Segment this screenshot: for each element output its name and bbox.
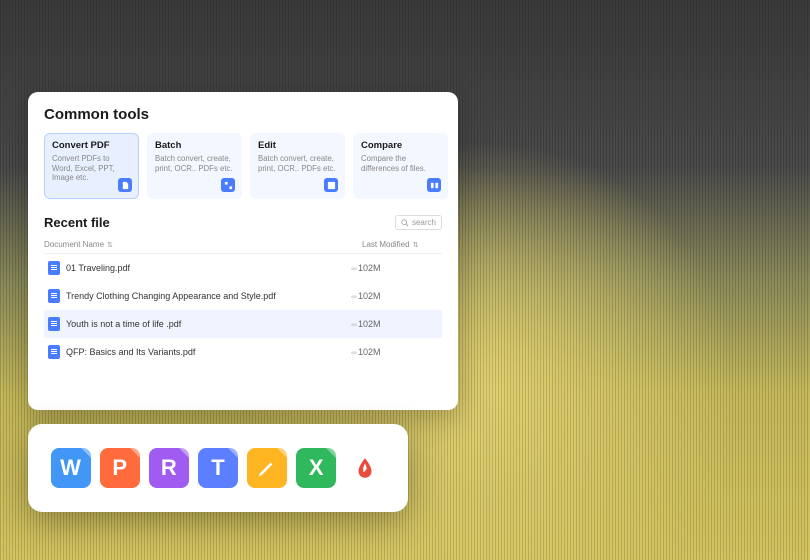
table-row[interactable]: QFP: Basics and Its Variants.pdf 102M	[44, 338, 442, 366]
pdf-app-icon[interactable]	[345, 448, 385, 488]
tool-desc: Batch convert, create, print, OCR.. PDFs…	[258, 154, 337, 173]
tool-title: Batch	[155, 140, 234, 151]
edit-app-icon[interactable]	[247, 448, 287, 488]
sort-icon: ⇅	[413, 241, 419, 249]
table-row[interactable]: Youth is not a time of life .pdf 102M	[44, 310, 442, 338]
search-input[interactable]: search	[395, 215, 442, 230]
tool-compare[interactable]: Compare Compare the differences of files…	[353, 133, 448, 199]
ppt-app-icon[interactable]: P	[100, 448, 140, 488]
panel-heading: Common tools	[44, 106, 442, 123]
recent-title: Recent file	[44, 215, 110, 230]
convert-icon	[118, 178, 132, 192]
file-size: 102M	[358, 263, 438, 273]
search-placeholder: search	[412, 218, 436, 227]
tool-desc: Batch convert, create, print, OCR.. PDFs…	[155, 154, 234, 173]
pdf-file-icon	[48, 289, 60, 303]
cloud-icon	[350, 293, 358, 299]
cloud-icon	[350, 349, 358, 355]
word-app-icon[interactable]: W	[51, 448, 91, 488]
cloud-icon	[350, 321, 358, 327]
batch-icon	[221, 178, 235, 192]
tools-panel: Common tools Convert PDF Convert PDFs to…	[28, 92, 458, 410]
t-app-icon[interactable]: T	[198, 448, 238, 488]
tools-row: Convert PDF Convert PDFs to Word, Excel,…	[44, 133, 442, 199]
table-header: Document Name ⇅ Last Modified ⇅	[44, 236, 442, 254]
tool-batch[interactable]: Batch Batch convert, create, print, OCR.…	[147, 133, 242, 199]
pdf-file-icon	[48, 317, 60, 331]
tool-title: Compare	[361, 140, 440, 151]
tool-title: Edit	[258, 140, 337, 151]
app-icon-strip: W P R T X	[28, 424, 408, 512]
excel-app-icon[interactable]: X	[296, 448, 336, 488]
pdf-file-icon	[48, 345, 60, 359]
pdf-file-icon	[48, 261, 60, 275]
recent-header: Recent file search	[44, 215, 442, 230]
file-size: 102M	[358, 319, 438, 329]
tool-desc: Compare the differences of files.	[361, 154, 440, 173]
search-icon	[401, 219, 409, 227]
file-name: Trendy Clothing Changing Appearance and …	[66, 291, 346, 301]
tool-edit[interactable]: Edit Batch convert, create, print, OCR..…	[250, 133, 345, 199]
file-size: 102M	[358, 291, 438, 301]
tool-title: Convert PDF	[52, 140, 131, 151]
pdf-icon	[352, 455, 378, 481]
cloud-icon	[350, 265, 358, 271]
column-name[interactable]: Document Name ⇅	[44, 240, 362, 249]
column-modified[interactable]: Last Modified ⇅	[362, 240, 442, 249]
edit-icon	[324, 178, 338, 192]
sort-icon: ⇅	[107, 241, 113, 249]
tool-convert-pdf[interactable]: Convert PDF Convert PDFs to Word, Excel,…	[44, 133, 139, 199]
r-app-icon[interactable]: R	[149, 448, 189, 488]
file-name: Youth is not a time of life .pdf	[66, 319, 346, 329]
table-row[interactable]: 01 Traveling.pdf 102M	[44, 254, 442, 282]
pencil-icon	[256, 457, 278, 479]
file-size: 102M	[358, 347, 438, 357]
file-name: QFP: Basics and Its Variants.pdf	[66, 347, 346, 357]
compare-icon	[427, 178, 441, 192]
table-row[interactable]: Trendy Clothing Changing Appearance and …	[44, 282, 442, 310]
file-name: 01 Traveling.pdf	[66, 263, 346, 273]
